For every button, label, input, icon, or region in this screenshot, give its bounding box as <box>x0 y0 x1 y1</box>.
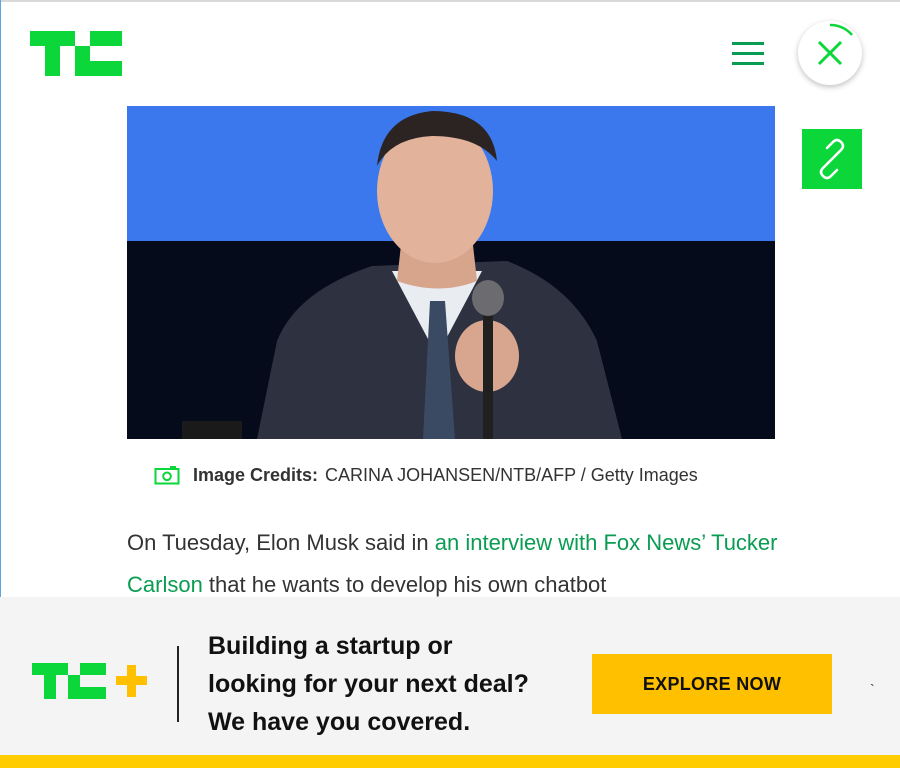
paragraph-text-start: On Tuesday, Elon Musk said in <box>127 530 435 555</box>
paragraph-text-end: that he wants to develop his own chatbot <box>202 572 607 597</box>
promo-trailing-mark: ` <box>870 681 875 697</box>
promo-headline-line-3: We have you covered. <box>208 708 471 736</box>
promo-headline-line-2: looking for your next deal? <box>208 670 529 698</box>
article-hero-image <box>127 106 775 439</box>
link-icon <box>819 138 845 180</box>
close-x-icon <box>817 23 853 66</box>
tc-plus-logo-icon <box>32 663 147 699</box>
hamburger-menu-icon <box>732 42 764 65</box>
promo-divider <box>177 646 179 722</box>
close-button[interactable] <box>798 21 862 85</box>
image-credit: Image Credits: CARINA JOHANSEN/NTB/AFP /… <box>154 463 698 487</box>
promo-headline-line-1: Building a startup or <box>208 632 453 660</box>
hero-illustration <box>127 106 775 439</box>
top-border <box>0 0 900 2</box>
article-paragraph: On Tuesday, Elon Musk said in an intervi… <box>127 522 787 606</box>
image-credit-label: Image Credits: <box>193 464 319 485</box>
tc-plus-promo-banner: Building a startup or looking for your n… <box>0 597 900 768</box>
copy-link-button[interactable] <box>802 129 862 189</box>
camera-icon <box>154 466 180 485</box>
menu-button[interactable] <box>728 36 768 72</box>
techcrunch-logo-icon[interactable] <box>30 31 122 76</box>
promo-bottom-bar <box>0 755 900 768</box>
explore-now-button[interactable]: EXPLORE NOW <box>592 654 832 714</box>
image-credit-value: CARINA JOHANSEN/NTB/AFP / Getty Images <box>325 464 698 485</box>
promo-headline: Building a startup or looking for your n… <box>208 627 578 741</box>
